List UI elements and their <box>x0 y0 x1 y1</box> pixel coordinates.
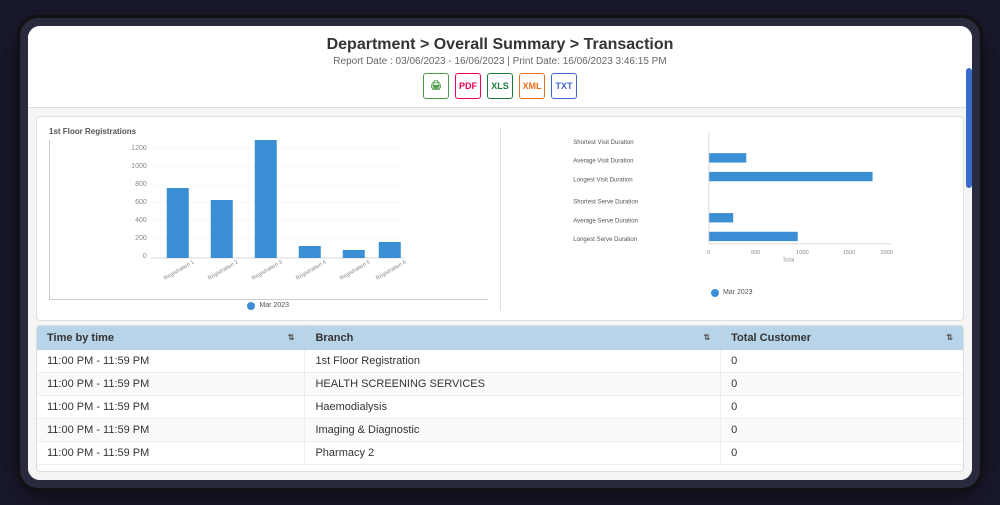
cell-branch: Imaging & Diagnostic <box>305 418 721 441</box>
th-total-label: Total Customer <box>731 332 811 344</box>
table-row: 11:00 PM - 11:59 PM1st Floor Registratio… <box>37 350 963 373</box>
screen: Department > Overall Summary > Transacti… <box>28 26 972 480</box>
table-section: Time by time ⇅ Branch ⇅ <box>36 325 964 472</box>
table-row: 11:00 PM - 11:59 PMPharmacy 20 <box>37 441 963 464</box>
content-area: 1st Floor Registrations 1200 1000 800 60… <box>28 108 972 480</box>
left-chart-title: 1st Floor Registrations <box>49 127 488 136</box>
left-chart-legend: Mar 2023 <box>49 302 488 310</box>
svg-text:400: 400 <box>135 217 147 224</box>
svg-text:Registration 6: Registration 6 <box>375 259 407 279</box>
svg-text:2000: 2000 <box>880 250 892 256</box>
svg-text:Shortest Visit Duration: Shortest Visit Duration <box>573 138 633 145</box>
cell-branch: Haemodialysis <box>305 395 721 418</box>
sort-icon-time[interactable]: ⇅ <box>288 333 295 342</box>
left-legend-label: Mar 2023 <box>259 302 289 309</box>
svg-text:0: 0 <box>707 250 710 256</box>
svg-text:Average Serve Duration: Average Serve Duration <box>573 217 638 224</box>
device-frame: Department > Overall Summary > Transacti… <box>20 18 980 488</box>
cell-branch: HEALTH SCREENING SERVICES <box>305 372 721 395</box>
print-button[interactable]: 🖨 <box>423 73 449 99</box>
cell-time: 11:00 PM - 11:59 PM <box>37 441 305 464</box>
left-chart-svg: 1200 1000 800 600 400 200 0 <box>50 140 488 280</box>
left-chart-container: 1200 1000 800 600 400 200 0 <box>49 140 488 300</box>
charts-section: 1st Floor Registrations 1200 1000 800 60… <box>36 116 964 321</box>
toolbar: 🖨 PDF XLS XML TXT <box>48 73 952 99</box>
cell-branch: Pharmacy 2 <box>305 441 721 464</box>
th-branch-label: Branch <box>315 332 353 344</box>
svg-text:Longest Serve Duration: Longest Serve Duration <box>573 236 637 243</box>
cell-branch: 1st Floor Registration <box>305 350 721 373</box>
cell-time: 11:00 PM - 11:59 PM <box>37 418 305 441</box>
report-date: Report Date : 03/06/2023 - 16/06/2023 | … <box>48 56 952 67</box>
xls-button[interactable]: XLS <box>487 73 513 99</box>
page-title: Department > Overall Summary > Transacti… <box>48 36 952 54</box>
right-legend-dot <box>711 289 719 297</box>
th-branch: Branch ⇅ <box>305 326 721 350</box>
cell-total: 0 <box>721 441 963 464</box>
cell-time: 11:00 PM - 11:59 PM <box>37 350 305 373</box>
svg-text:Average Visit Duration: Average Visit Duration <box>573 157 633 164</box>
svg-text:Registration 5: Registration 5 <box>339 259 371 279</box>
table-row: 11:00 PM - 11:59 PMHEALTH SCREENING SERV… <box>37 372 963 395</box>
sort-icon-total[interactable]: ⇅ <box>946 333 953 342</box>
svg-text:800: 800 <box>135 181 147 188</box>
right-legend-label: Mar 2023 <box>723 289 753 296</box>
sort-icon-branch[interactable]: ⇅ <box>703 333 710 342</box>
table-row: 11:00 PM - 11:59 PMImaging & Diagnostic0 <box>37 418 963 441</box>
cell-total: 0 <box>721 418 963 441</box>
header: Department > Overall Summary > Transacti… <box>28 26 972 108</box>
svg-text:600: 600 <box>135 199 147 206</box>
right-chart-legend: Mar 2023 <box>513 289 952 297</box>
pdf-button[interactable]: PDF <box>455 73 481 99</box>
left-legend-dot <box>247 302 255 310</box>
svg-text:Total: Total <box>782 257 794 263</box>
svg-text:Registration 2: Registration 2 <box>207 259 239 279</box>
cell-time: 11:00 PM - 11:59 PM <box>37 372 305 395</box>
table-row: 11:00 PM - 11:59 PMHaemodialysis0 <box>37 395 963 418</box>
scrollbar[interactable] <box>966 68 972 188</box>
table-header-row: Time by time ⇅ Branch ⇅ <box>37 326 963 350</box>
svg-text:1000: 1000 <box>796 250 808 256</box>
th-time-label: Time by time <box>47 332 114 344</box>
svg-text:200: 200 <box>135 235 147 242</box>
cell-time: 11:00 PM - 11:59 PM <box>37 395 305 418</box>
svg-text:0: 0 <box>143 253 147 260</box>
cell-total: 0 <box>721 372 963 395</box>
cell-total: 0 <box>721 395 963 418</box>
svg-text:1200: 1200 <box>131 145 147 152</box>
right-chart-container: Shortest Visit Duration Average Visit Du… <box>513 127 952 287</box>
svg-text:Registration 4: Registration 4 <box>295 259 327 279</box>
svg-text:Registration 3: Registration 3 <box>251 259 283 279</box>
svg-text:1500: 1500 <box>842 250 854 256</box>
right-chart: Shortest Visit Duration Average Visit Du… <box>500 127 952 310</box>
svg-text:Longest Visit Duration: Longest Visit Duration <box>573 176 632 183</box>
data-table: Time by time ⇅ Branch ⇅ <box>37 326 963 465</box>
th-total: Total Customer ⇅ <box>721 326 963 350</box>
svg-text:500: 500 <box>750 250 759 256</box>
th-time: Time by time ⇅ <box>37 326 305 350</box>
xml-button[interactable]: XML <box>519 73 545 99</box>
cell-total: 0 <box>721 350 963 373</box>
svg-text:Registration 1: Registration 1 <box>163 259 195 279</box>
svg-text:Shortest Serve Duration: Shortest Serve Duration <box>573 198 638 205</box>
svg-text:1000: 1000 <box>131 163 147 170</box>
right-chart-svg: Shortest Visit Duration Average Visit Du… <box>513 127 952 272</box>
txt-button[interactable]: TXT <box>551 73 577 99</box>
left-chart: 1st Floor Registrations 1200 1000 800 60… <box>49 127 488 310</box>
